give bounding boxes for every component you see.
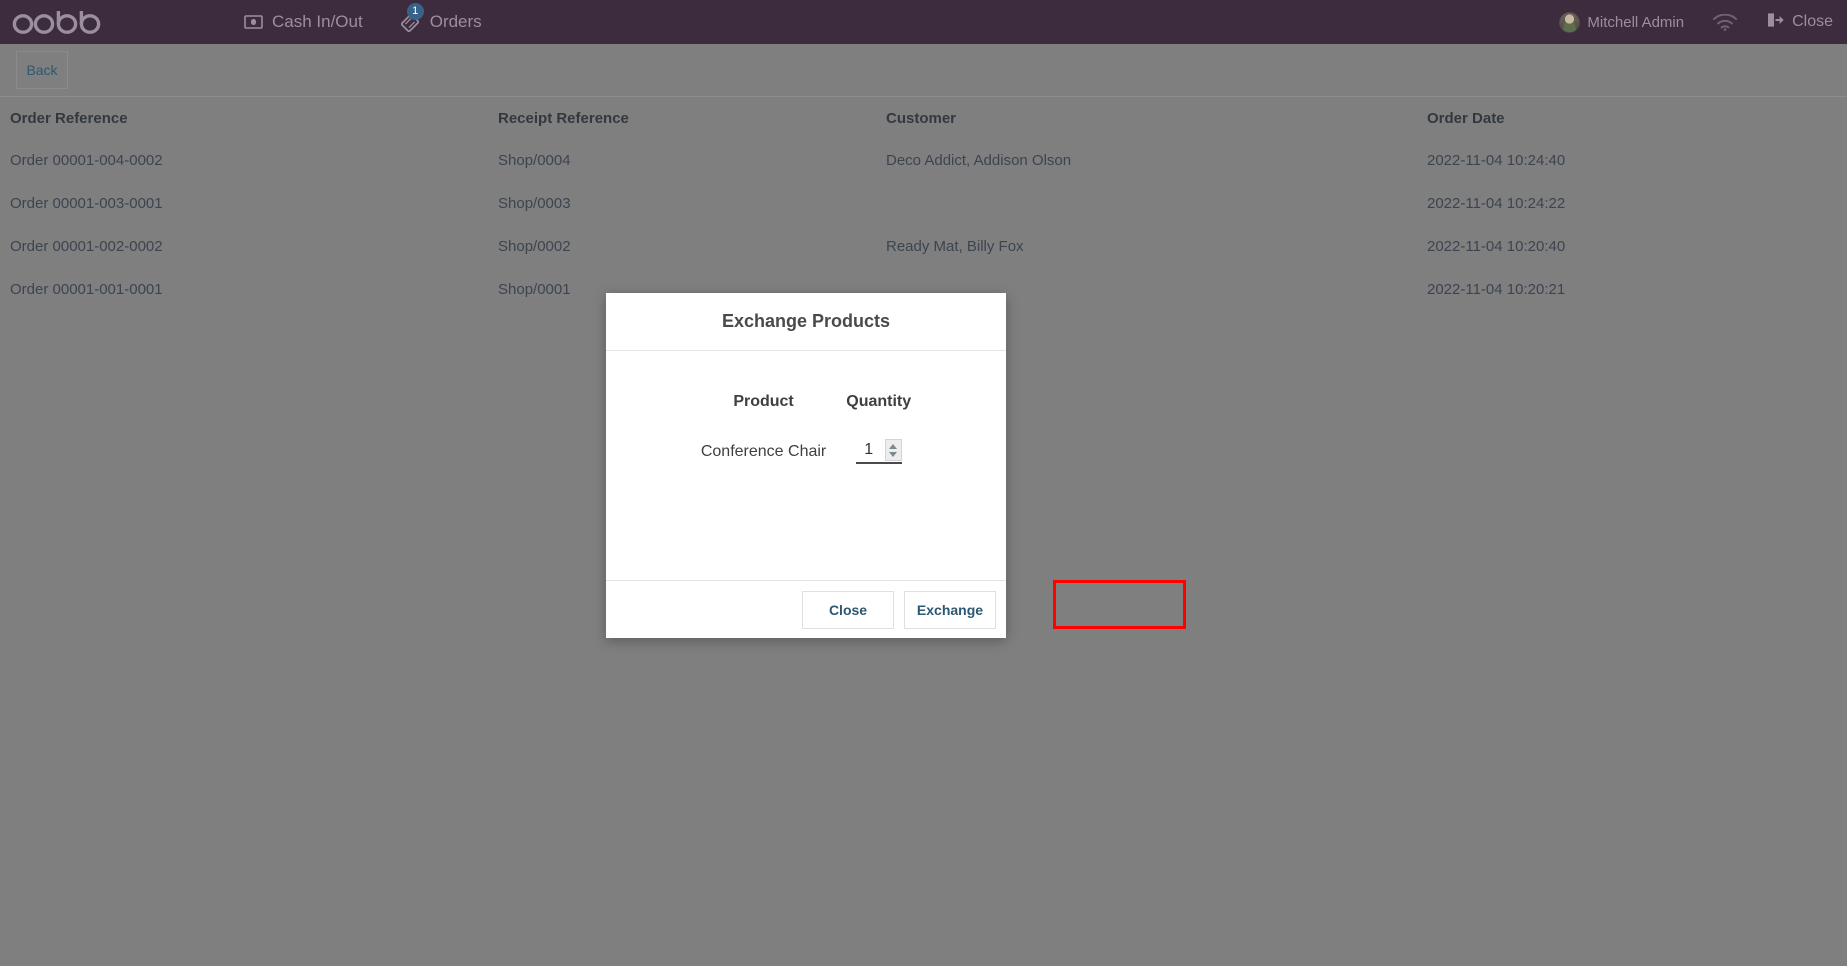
cell-receipt-reference: Shop/0004 — [498, 152, 571, 169]
cell-product-name: Conference Chair — [700, 442, 827, 460]
table-row[interactable]: Order 00001-002-0002 Shop/0002 Ready Mat… — [0, 225, 1847, 268]
orders-table: Order Reference Receipt Reference Custom… — [0, 97, 1847, 311]
dialog-body: Product Quantity Conference Chair 1 — [606, 351, 1006, 580]
username-label: Mitchell Admin — [1587, 13, 1685, 31]
user-menu[interactable]: Mitchell Admin — [1559, 11, 1685, 33]
cell-order-date: 2022-11-04 10:20:40 — [1427, 238, 1566, 255]
close-dialog-button[interactable]: Close — [802, 590, 894, 629]
exchange-table-header-row: Product Quantity — [691, 393, 921, 439]
cell-order-reference: Order 00001-001-0001 — [10, 281, 163, 298]
navbar-actions: Cash In/Out 1 Orders — [242, 3, 484, 35]
chevron-down-icon[interactable] — [889, 451, 898, 457]
subheader-bar: Back — [0, 44, 1847, 97]
column-header-receipt-reference: Receipt Reference — [498, 109, 629, 127]
column-header-product: Product — [733, 393, 794, 410]
odoo-logo[interactable] — [12, 7, 108, 37]
back-button[interactable]: Back — [16, 51, 68, 89]
dialog-header: Exchange Products — [606, 293, 1006, 351]
table-row[interactable]: Order 00001-003-0001 Shop/0003 2022-11-0… — [0, 182, 1847, 225]
cell-order-date: 2022-11-04 10:24:22 — [1427, 195, 1566, 212]
cell-order-reference: Order 00001-003-0001 — [10, 195, 163, 212]
column-header-order-date: Order Date — [1427, 109, 1505, 127]
wifi-icon[interactable] — [1712, 13, 1738, 31]
quantity-stepper[interactable]: 1 — [855, 439, 902, 464]
cash-in-out-button[interactable]: Cash In/Out — [242, 9, 365, 35]
column-header-customer: Customer — [886, 109, 957, 127]
exchange-line-row: Conference Chair 1 — [691, 439, 921, 464]
dialog-title: Exchange Products — [721, 311, 891, 331]
cell-receipt-reference: Shop/0002 — [498, 238, 571, 255]
navbar-right: Mitchell Admin Close — [1559, 11, 1833, 33]
top-navbar: Cash In/Out 1 Orders Mitchell Admin Clos… — [0, 0, 1847, 44]
cell-quantity: 1 — [836, 439, 921, 464]
close-session-button[interactable]: Close — [1766, 12, 1833, 33]
exchange-button[interactable]: Exchange — [904, 590, 996, 629]
banknote-icon — [244, 15, 263, 29]
column-header-quantity: Quantity — [846, 393, 912, 410]
avatar — [1559, 11, 1581, 33]
cell-order-reference: Order 00001-004-0002 — [10, 152, 163, 169]
orders-button[interactable]: 1 Orders — [399, 3, 484, 35]
chevron-up-icon[interactable] — [889, 443, 898, 449]
cell-customer: Ready Mat, Billy Fox — [886, 238, 1024, 255]
quantity-value[interactable]: 1 — [856, 441, 882, 459]
quantity-spinner-arrows[interactable] — [884, 439, 902, 461]
orders-label: Orders — [429, 12, 482, 31]
column-header-order-reference: Order Reference — [10, 109, 128, 127]
cash-in-out-label: Cash In/Out — [272, 12, 363, 31]
exchange-products-dialog: Exchange Products Product Quantity Confe… — [606, 293, 1006, 638]
exchange-button-highlight — [1053, 580, 1186, 629]
cell-order-date: 2022-11-04 10:20:21 — [1427, 281, 1566, 298]
cell-customer: Deco Addict, Addison Olson — [886, 152, 1072, 169]
exchange-lines-table: Product Quantity Conference Chair 1 — [691, 393, 921, 464]
logout-icon — [1766, 12, 1785, 33]
table-row[interactable]: Order 00001-004-0002 Shop/0004 Deco Addi… — [0, 139, 1847, 182]
cell-order-date: 2022-11-04 10:24:40 — [1427, 152, 1566, 169]
cell-receipt-reference: Shop/0003 — [498, 195, 571, 212]
cell-order-reference: Order 00001-002-0002 — [10, 238, 163, 255]
table-header-row: Order Reference Receipt Reference Custom… — [0, 97, 1847, 139]
close-session-label: Close — [1792, 13, 1833, 30]
orders-badge: 1 — [406, 3, 424, 20]
dialog-footer: Close Exchange — [606, 580, 1006, 638]
